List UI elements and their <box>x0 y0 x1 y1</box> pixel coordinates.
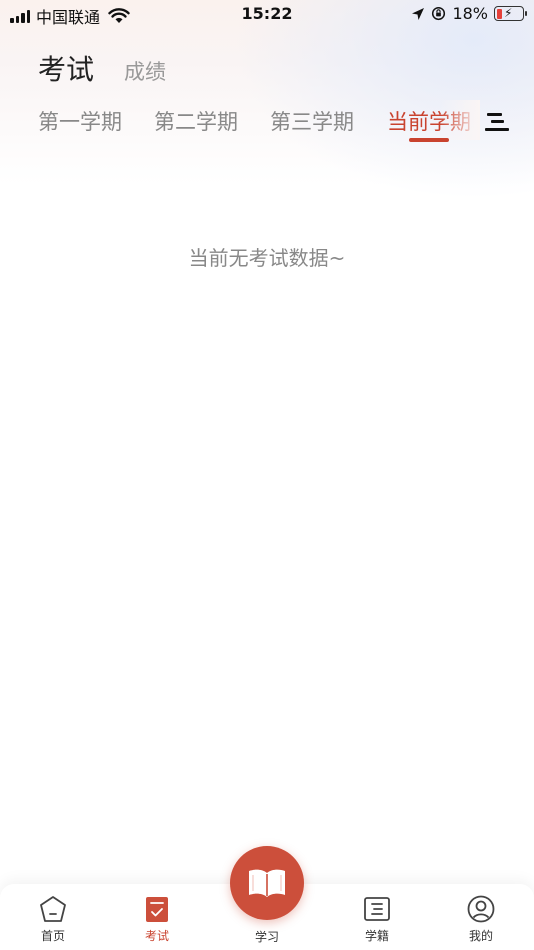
records-icon <box>364 897 390 921</box>
top-tabs: 考试 成绩 <box>38 48 166 88</box>
battery-percent: 18% <box>452 4 488 23</box>
tab-mine[interactable]: 我的 <box>446 894 516 944</box>
tab-home[interactable]: 首页 <box>18 894 88 944</box>
orientation-lock-icon <box>432 6 446 21</box>
status-right: 18% ⚡ <box>411 4 527 23</box>
location-arrow-icon <box>412 7 425 20</box>
tab-exam-label: 考试 <box>144 929 169 943</box>
tab-mine-label: 我的 <box>468 929 493 943</box>
open-book-icon <box>249 869 285 897</box>
term-tab-third[interactable]: 第三学期 <box>270 106 354 136</box>
home-icon <box>40 896 66 922</box>
exam-screen: 中国联通 15:22 18% ⚡ 考试 成绩 第一学期 第二学期 第三学期 当前… <box>0 0 534 950</box>
tab-records[interactable]: 学籍 <box>342 894 412 944</box>
status-bar: 中国联通 15:22 18% ⚡ <box>0 0 534 28</box>
tab-records-label: 学籍 <box>364 929 389 943</box>
tab-grades[interactable]: 成绩 <box>124 56 166 86</box>
empty-state-message: 当前无考试数据~ <box>188 246 346 270</box>
exam-paper-icon <box>146 897 168 922</box>
tab-exam-nav[interactable]: 考试 <box>122 894 192 944</box>
tab-exam[interactable]: 考试 <box>38 48 94 88</box>
tab-study-label: 学习 <box>254 930 279 944</box>
term-menu-icon[interactable] <box>485 110 509 132</box>
profile-icon <box>467 895 495 923</box>
term-tab-first[interactable]: 第一学期 <box>38 106 122 136</box>
study-button[interactable] <box>230 846 304 920</box>
term-tab-second[interactable]: 第二学期 <box>154 106 238 136</box>
term-tab-indicator <box>409 138 449 142</box>
term-tabs-fade <box>440 100 480 140</box>
battery-icon: ⚡ <box>494 6 527 21</box>
tab-home-label: 首页 <box>40 929 65 943</box>
